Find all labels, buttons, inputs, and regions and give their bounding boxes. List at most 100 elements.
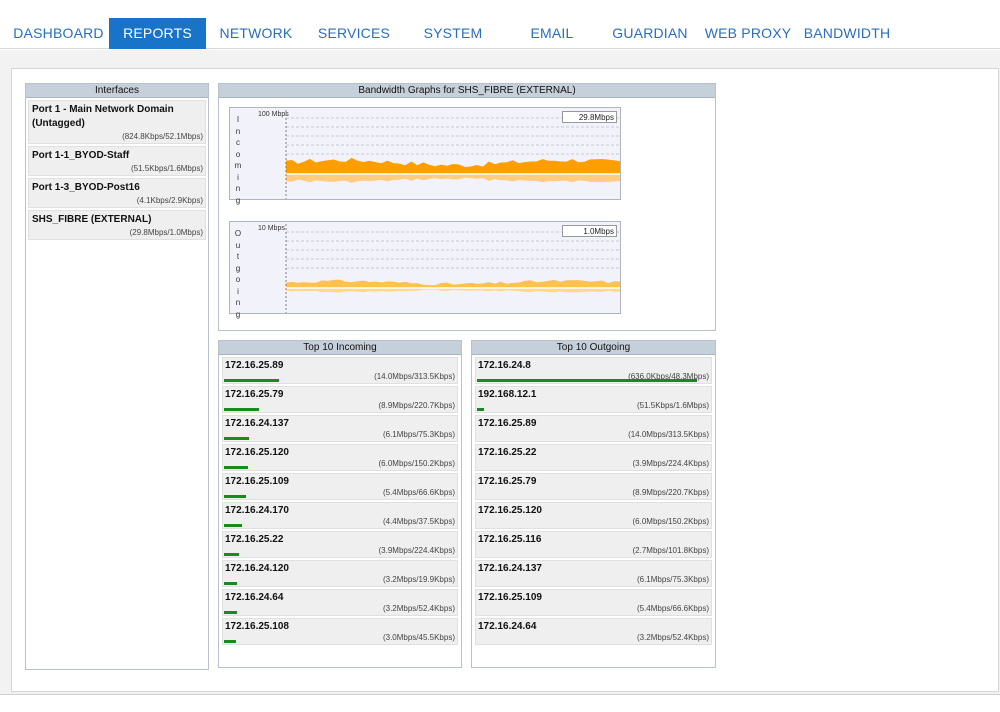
tab-bandwidth[interactable]: BANDWIDTH (800, 18, 894, 49)
tab-network[interactable]: NETWORK (214, 18, 298, 49)
host-rate: (5.4Mbps/66.6Kbps) (382, 488, 455, 497)
outgoing-graph: Outgoing 10 Mbps 1.0Mbps (229, 221, 621, 319)
host-rate: (5.4Mbps/66.6Kbps) (636, 604, 709, 613)
interface-name: Port 1 - Main Network Domain (Untagged) (32, 104, 174, 129)
table-row[interactable]: 172.16.25.22 (3.9Mbps/224.4Kbps) (475, 444, 712, 471)
table-row[interactable]: 172.16.25.89 (14.0Mbps/313.5Kbps) (222, 357, 458, 384)
usage-bar (224, 408, 260, 411)
host-ip: 172.16.24.137 (478, 563, 542, 574)
host-rate: (6.1Mbps/75.3Kbps) (382, 430, 455, 439)
tab-web-proxy[interactable]: WEB PROXY (702, 18, 794, 49)
traffic-area (286, 279, 620, 288)
host-rate: (14.0Mbps/313.5Kbps) (628, 430, 709, 439)
tab-guardian[interactable]: GUARDIAN (608, 18, 692, 49)
host-rate: (14.0Mbps/313.5Kbps) (374, 372, 455, 381)
host-ip: 172.16.25.89 (225, 360, 284, 371)
usage-bar (224, 437, 249, 440)
table-row[interactable]: 172.16.24.8 (636.0Kbps/48.3Mbps) (475, 357, 712, 384)
host-rate: (3.2Mbps/52.4Kbps) (382, 604, 455, 613)
table-row[interactable]: 172.16.25.108 (3.0Mbps/45.5Kbps) (222, 618, 458, 645)
table-row[interactable]: 172.16.25.120 (6.0Mbps/150.2Kbps) (475, 502, 712, 529)
bandwidth-graphs-panel: Bandwidth Graphs for SHS_FIBRE (EXTERNAL… (218, 83, 716, 331)
footer-divider (0, 694, 1000, 695)
usage-bar (477, 408, 485, 411)
host-ip: 172.16.25.89 (478, 418, 537, 429)
usage-bar (224, 553, 240, 556)
tab-system[interactable]: SYSTEM (414, 18, 492, 49)
table-row[interactable]: 172.16.25.120 (6.0Mbps/150.2Kbps) (222, 444, 458, 471)
usage-bar (224, 611, 237, 614)
interface-item[interactable]: SHS_FIBRE (EXTERNAL) (29.8Mbps/1.0Mbps) (28, 210, 206, 240)
host-ip: 172.16.25.116 (478, 534, 542, 545)
host-ip: 172.16.24.8 (478, 360, 531, 371)
table-row[interactable]: 172.16.25.116 (2.7Mbps/101.8Kbps) (475, 531, 712, 558)
host-rate: (3.9Mbps/224.4Kbps) (632, 459, 710, 468)
host-ip: 172.16.24.64 (478, 621, 537, 632)
table-row[interactable]: 172.16.25.109 (5.4Mbps/66.6Kbps) (475, 589, 712, 616)
top-outgoing-panel: Top 10 Outgoing 172.16.24.8 (636.0Kbps/48… (471, 340, 716, 668)
interface-name: Port 1-3_BYOD-Post16 (32, 182, 140, 193)
interface-rate: (51.5Kbps/1.6Mbps) (130, 164, 203, 173)
interface-item[interactable]: Port 1 - Main Network Domain (Untagged) (… (28, 100, 206, 144)
top-nav: DASHBOARD REPORTS NETWORK SERVICES SYSTE… (0, 0, 1000, 49)
traffic-area (286, 157, 620, 174)
usage-bar (224, 640, 236, 643)
host-rate: (3.2Mbps/52.4Kbps) (636, 633, 709, 642)
table-row[interactable]: 172.16.24.64 (3.2Mbps/52.4Kbps) (222, 589, 458, 616)
host-rate: (3.9Mbps/224.4Kbps) (378, 546, 456, 555)
usage-bar (224, 379, 279, 382)
host-rate: (6.1Mbps/75.3Kbps) (636, 575, 709, 584)
host-ip: 172.16.25.79 (478, 476, 537, 487)
usage-bar (224, 495, 246, 498)
table-row[interactable]: 172.16.25.22 (3.9Mbps/224.4Kbps) (222, 531, 458, 558)
table-row[interactable]: 192.168.12.1 (51.5Kbps/1.6Mbps) (475, 386, 712, 413)
usage-bar (224, 582, 237, 585)
tab-reports[interactable]: REPORTS (109, 18, 206, 49)
table-row[interactable]: 172.16.25.79 (8.9Mbps/220.7Kbps) (475, 473, 712, 500)
top-incoming-list: 172.16.25.89 (14.0Mbps/313.5Kbps) 172.16.2… (219, 357, 461, 645)
incoming-graph: Incoming 100 Mbps 29.8Mbps (229, 107, 621, 205)
interface-name: Port 1-1_BYOD-Staff (32, 150, 130, 161)
interface-rate: (29.8Mbps/1.0Mbps) (129, 228, 203, 237)
interfaces-panel: Interfaces Port 1 - Main Network Domain … (25, 83, 209, 670)
table-row[interactable]: 172.16.24.120 (3.2Mbps/19.9Kbps) (222, 560, 458, 587)
interface-item[interactable]: Port 1-1_BYOD-Staff (51.5Kbps/1.6Mbps) (28, 146, 206, 176)
top-incoming-panel: Top 10 Incoming 172.16.25.89 (14.0Mbps/31… (218, 340, 462, 668)
table-row[interactable]: 172.16.25.79 (8.9Mbps/220.7Kbps) (222, 386, 458, 413)
tab-email[interactable]: EMAIL (520, 18, 584, 49)
interfaces-title: Interfaces (26, 84, 208, 98)
host-ip: 172.16.24.170 (225, 505, 289, 516)
host-ip: 172.16.24.64 (225, 592, 284, 603)
host-rate: (6.0Mbps/150.2Kbps) (632, 517, 710, 526)
host-ip: 172.16.24.137 (225, 418, 289, 429)
table-row[interactable]: 172.16.24.170 (4.4Mbps/37.5Kbps) (222, 502, 458, 529)
table-row[interactable]: 172.16.24.137 (6.1Mbps/75.3Kbps) (222, 415, 458, 442)
host-ip: 172.16.25.22 (225, 534, 284, 545)
interface-name: SHS_FIBRE (EXTERNAL) (32, 214, 152, 225)
host-rate: (8.9Mbps/220.7Kbps) (378, 401, 456, 410)
host-rate: (3.0Mbps/45.5Kbps) (382, 633, 455, 642)
tab-services[interactable]: SERVICES (310, 18, 398, 49)
top-outgoing-list: 172.16.24.8 (636.0Kbps/48.3Mbps) 192.168.1… (472, 357, 715, 645)
interface-rate: (824.8Kbps/52.1Mbps) (122, 132, 203, 141)
host-ip: 172.16.25.120 (225, 447, 289, 458)
table-row[interactable]: 172.16.24.64 (3.2Mbps/52.4Kbps) (475, 618, 712, 645)
host-ip: 172.16.25.109 (478, 592, 542, 603)
tab-dashboard[interactable]: DASHBOARD (8, 18, 109, 49)
incoming-current-value: 29.8Mbps (562, 111, 617, 123)
bandwidth-graphs-title: Bandwidth Graphs for SHS_FIBRE (EXTERNAL… (219, 84, 715, 98)
table-row[interactable]: 172.16.25.109 (5.4Mbps/66.6Kbps) (222, 473, 458, 500)
usage-bar (224, 466, 249, 469)
host-rate: (2.7Mbps/101.8Kbps) (632, 546, 710, 555)
host-rate: (4.4Mbps/37.5Kbps) (382, 517, 455, 526)
table-row[interactable]: 172.16.25.89 (14.0Mbps/313.5Kbps) (475, 415, 712, 442)
host-ip: 192.168.12.1 (478, 389, 537, 400)
host-ip: 172.16.25.120 (478, 505, 542, 516)
host-rate: (6.0Mbps/150.2Kbps) (378, 459, 456, 468)
interface-item[interactable]: Port 1-3_BYOD-Post16 (4.1Kbps/2.9Kbps) (28, 178, 206, 208)
host-rate: (3.2Mbps/19.9Kbps) (382, 575, 455, 584)
host-rate: (51.5Kbps/1.6Mbps) (636, 401, 709, 410)
host-ip: 172.16.24.120 (225, 563, 289, 574)
interfaces-list: Port 1 - Main Network Domain (Untagged) (… (26, 100, 208, 240)
table-row[interactable]: 172.16.24.137 (6.1Mbps/75.3Kbps) (475, 560, 712, 587)
